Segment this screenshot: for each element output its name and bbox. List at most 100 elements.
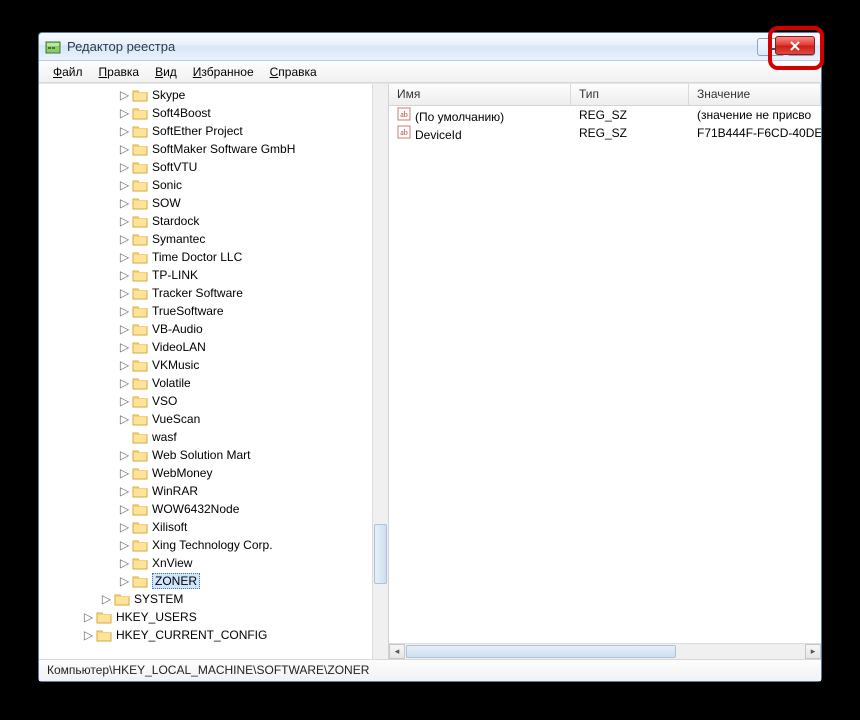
- tree-item-label: Volatile: [152, 376, 191, 390]
- tree-scroll-thumb[interactable]: [374, 524, 387, 584]
- expand-icon[interactable]: ▷: [119, 234, 130, 245]
- expand-icon[interactable]: ▷: [119, 90, 130, 101]
- tree-item[interactable]: ▷VSO: [39, 392, 372, 410]
- tree-item-label: WebMoney: [152, 466, 212, 480]
- hscroll-left-arrow[interactable]: ◂: [389, 644, 405, 659]
- expand-icon[interactable]: ▷: [119, 468, 130, 479]
- tree-item[interactable]: ▷ WinRAR: [39, 482, 372, 500]
- tree-item-label: Symantec: [152, 232, 205, 246]
- folder-icon: [132, 214, 148, 228]
- expand-icon[interactable]: ▷: [119, 252, 130, 263]
- expand-icon[interactable]: ▷: [119, 576, 130, 587]
- expand-icon[interactable]: ▷: [119, 108, 130, 119]
- tree-item[interactable]: ▷ Xilisoft: [39, 518, 372, 536]
- folder-icon: [132, 142, 148, 156]
- titlebar[interactable]: Редактор реестра: [39, 33, 821, 61]
- tree-item[interactable]: ▷ WebMoney: [39, 464, 372, 482]
- menu-view[interactable]: Вид: [147, 63, 185, 81]
- tree-item[interactable]: ▷SYSTEM: [39, 590, 372, 608]
- value-row[interactable]: ab(По умолчанию)REG_SZ(значение не присв…: [389, 106, 821, 124]
- tree-item-label: Xilisoft: [152, 520, 187, 534]
- tree-item[interactable]: ▷Soft4Boost: [39, 104, 372, 122]
- column-name[interactable]: Имя: [389, 84, 571, 105]
- tree-item[interactable]: ▷VideoLAN: [39, 338, 372, 356]
- expand-icon[interactable]: ▷: [119, 414, 130, 425]
- expand-icon[interactable]: ▷: [119, 198, 130, 209]
- tree-item[interactable]: wasf: [39, 428, 372, 446]
- tree-item[interactable]: ▷HKEY_USERS: [39, 608, 372, 626]
- menu-help[interactable]: Справка: [262, 63, 325, 81]
- expand-icon[interactable]: ▷: [119, 558, 130, 569]
- expand-icon[interactable]: ▷: [119, 396, 130, 407]
- expand-icon[interactable]: ▷: [119, 540, 130, 551]
- tree-item[interactable]: ▷SoftEther Project: [39, 122, 372, 140]
- folder-icon: [132, 484, 148, 498]
- tree-item[interactable]: ▷Stardock: [39, 212, 372, 230]
- hscroll-thumb[interactable]: [406, 645, 676, 658]
- expand-icon[interactable]: ▷: [83, 612, 94, 623]
- tree-item-label: WinRAR: [152, 484, 198, 498]
- tree-item-label: SoftMaker Software GmbH: [152, 142, 295, 156]
- registry-tree[interactable]: ▷Skype▷Soft4Boost▷SoftEther Project▷Soft…: [39, 84, 372, 659]
- hscroll-right-arrow[interactable]: ▸: [805, 644, 821, 659]
- tree-item-label: ZONER: [152, 573, 200, 589]
- tree-item[interactable]: ▷ Xing Technology Corp.: [39, 536, 372, 554]
- expand-icon[interactable]: ▷: [119, 144, 130, 155]
- tree-item[interactable]: ▷ ZONER: [39, 572, 372, 590]
- folder-icon: [132, 286, 148, 300]
- expand-icon[interactable]: ▷: [119, 126, 130, 137]
- tree-vertical-scrollbar[interactable]: [372, 84, 388, 659]
- expand-icon[interactable]: ▷: [119, 450, 130, 461]
- menu-file[interactable]: Файл: [45, 63, 91, 81]
- tree-item[interactable]: ▷ VueScan: [39, 410, 372, 428]
- tree-item[interactable]: ▷Skype: [39, 86, 372, 104]
- tree-item[interactable]: ▷TP-LINK: [39, 266, 372, 284]
- expand-icon[interactable]: ▷: [119, 270, 130, 281]
- expand-icon[interactable]: ▷: [119, 324, 130, 335]
- folder-icon: [132, 340, 148, 354]
- values-pane: Имя Тип Значение ab(По умолчанию)REG_SZ(…: [389, 84, 821, 659]
- expand-icon[interactable]: ▷: [119, 522, 130, 533]
- tree-item[interactable]: ▷SoftVTU: [39, 158, 372, 176]
- tree-item[interactable]: ▷WOW6432Node: [39, 500, 372, 518]
- expand-icon[interactable]: ▷: [83, 630, 94, 641]
- close-button[interactable]: [775, 36, 815, 55]
- values-horizontal-scrollbar[interactable]: ◂ ▸: [389, 643, 821, 659]
- expand-icon[interactable]: ▷: [101, 594, 112, 605]
- menu-edit[interactable]: Правка: [91, 63, 148, 81]
- tree-item[interactable]: ▷VKMusic: [39, 356, 372, 374]
- tree-item-label: Xing Technology Corp.: [152, 538, 273, 552]
- expand-icon[interactable]: ▷: [119, 288, 130, 299]
- expand-icon[interactable]: ▷: [119, 504, 130, 515]
- expand-icon[interactable]: ▷: [119, 486, 130, 497]
- column-value[interactable]: Значение: [689, 84, 821, 105]
- expand-icon[interactable]: ▷: [119, 378, 130, 389]
- expand-icon[interactable]: ▷: [119, 306, 130, 317]
- column-type[interactable]: Тип: [571, 84, 689, 105]
- tree-item[interactable]: ▷Web Solution Mart: [39, 446, 372, 464]
- expand-icon[interactable]: ▷: [119, 180, 130, 191]
- tree-item-label: VueScan: [152, 412, 200, 426]
- tree-item[interactable]: ▷ SoftMaker Software GmbH: [39, 140, 372, 158]
- tree-item[interactable]: ▷Time Doctor LLC: [39, 248, 372, 266]
- tree-item[interactable]: ▷XnView: [39, 554, 372, 572]
- value-name-cell: ab(По умолчанию): [389, 107, 571, 124]
- tree-item[interactable]: ▷ Volatile: [39, 374, 372, 392]
- tree-item[interactable]: ▷VB-Audio: [39, 320, 372, 338]
- folder-icon: [132, 556, 148, 570]
- folder-icon: [132, 178, 148, 192]
- expand-icon[interactable]: ▷: [119, 162, 130, 173]
- tree-item[interactable]: ▷SOW: [39, 194, 372, 212]
- menu-favorites[interactable]: Избранное: [185, 63, 262, 81]
- expand-icon[interactable]: ▷: [119, 216, 130, 227]
- tree-item[interactable]: ▷Sonic: [39, 176, 372, 194]
- expand-icon[interactable]: ▷: [119, 360, 130, 371]
- value-row[interactable]: abDeviceIdREG_SZF71B444F-F6CD-40DE: [389, 124, 821, 142]
- values-list[interactable]: ab(По умолчанию)REG_SZ(значение не присв…: [389, 106, 821, 643]
- tree-item[interactable]: ▷ Symantec: [39, 230, 372, 248]
- folder-icon: [114, 592, 130, 606]
- tree-item[interactable]: ▷TrueSoftware: [39, 302, 372, 320]
- expand-icon[interactable]: ▷: [119, 342, 130, 353]
- tree-item[interactable]: ▷Tracker Software: [39, 284, 372, 302]
- tree-item[interactable]: ▷HKEY_CURRENT_CONFIG: [39, 626, 372, 644]
